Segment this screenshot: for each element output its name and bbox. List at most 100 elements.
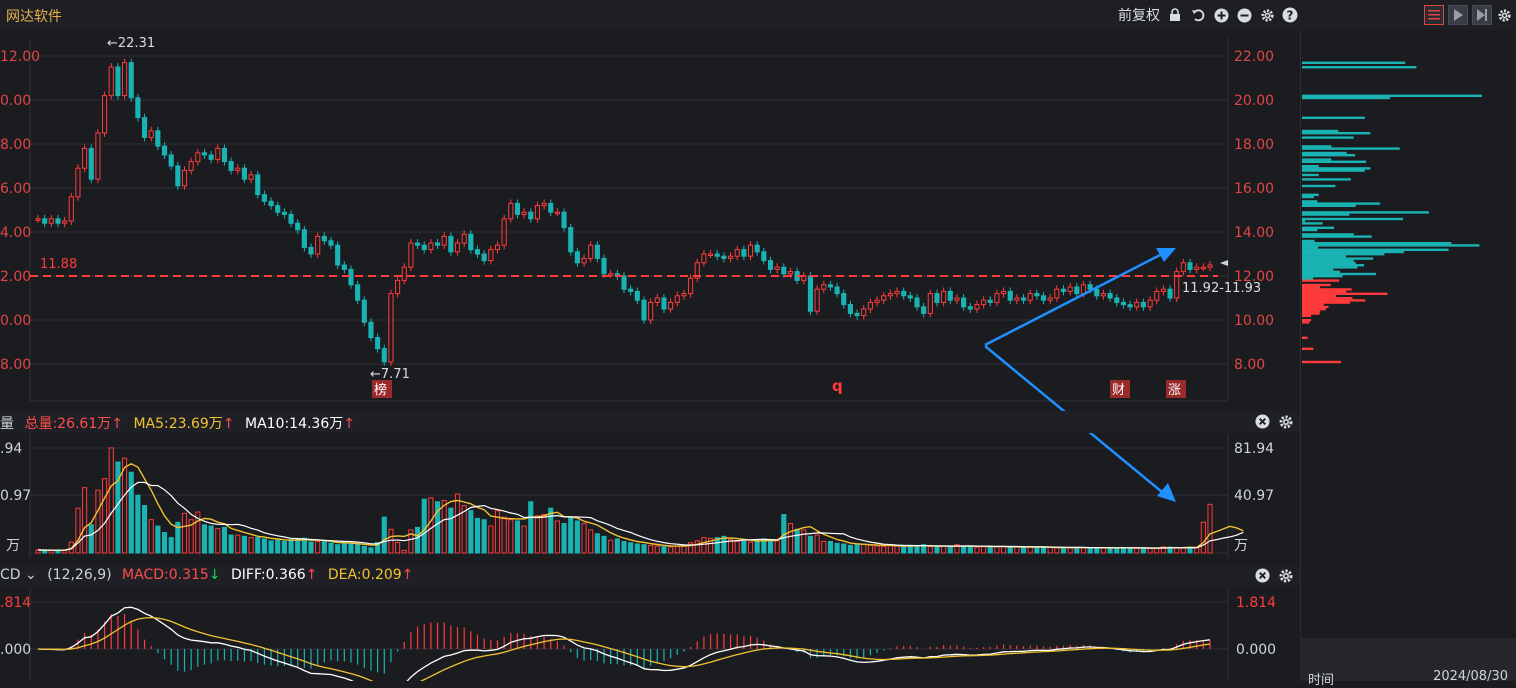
candle-body — [328, 240, 334, 246]
volume-bar — [421, 498, 427, 554]
profile-bar — [1302, 66, 1417, 69]
candle-body — [434, 242, 441, 246]
volume-bar — [1174, 547, 1180, 554]
candle-body — [1094, 288, 1100, 297]
settings-gear-icon[interactable] — [1496, 7, 1512, 23]
volume-bar — [634, 543, 640, 554]
candle-body — [807, 275, 814, 312]
volume-bar — [388, 528, 394, 554]
candle-body — [954, 297, 960, 301]
candle-body — [874, 299, 880, 303]
volume-bar — [934, 546, 940, 554]
ma5-value: MA5:23.69万 — [133, 416, 223, 432]
volume-bar — [981, 546, 987, 554]
profile-bar — [1302, 160, 1367, 163]
volume-bar — [588, 529, 594, 554]
candle-body — [62, 220, 68, 224]
zoom-in-icon[interactable] — [1213, 7, 1229, 23]
volume-bar — [155, 525, 161, 554]
candle-body — [1207, 264, 1213, 268]
volume-bar — [481, 519, 487, 554]
volume-bar — [674, 545, 680, 554]
vol-tick: 40.97 — [1234, 488, 1274, 504]
volume-bar — [454, 493, 461, 554]
macd-y-axis-right: 1.814 0.000 — [1236, 595, 1276, 658]
close-icon[interactable] — [1255, 414, 1270, 434]
profile-bar — [1302, 158, 1332, 161]
profile-bar — [1302, 279, 1340, 282]
candle-body — [521, 211, 527, 215]
candle-body — [248, 174, 254, 180]
profile-bar — [1302, 272, 1376, 276]
gear-icon[interactable] — [1259, 7, 1275, 23]
volume-bar — [215, 528, 221, 554]
gear-icon[interactable] — [1278, 568, 1294, 588]
candle-body — [714, 253, 720, 257]
profile-bar — [1302, 235, 1372, 238]
play-icon[interactable] — [1448, 5, 1468, 25]
volume-bar — [255, 537, 261, 554]
profile-bar — [1302, 301, 1351, 304]
candle-body — [1114, 297, 1120, 303]
candle-body — [721, 255, 727, 259]
volume-bar — [381, 516, 387, 554]
volume-bar — [321, 540, 327, 554]
help-icon[interactable]: ? — [1282, 7, 1298, 23]
close-icon[interactable] — [1255, 568, 1270, 588]
time-label: 时间 — [1308, 673, 1335, 688]
candle-body — [281, 211, 287, 215]
volume-bar — [82, 487, 88, 554]
candle-body — [674, 295, 680, 303]
range-label: 11.92-11.93 — [1182, 281, 1261, 296]
profile-bar — [1302, 213, 1350, 216]
volume-bar — [1001, 546, 1007, 554]
gear-icon[interactable] — [1278, 414, 1294, 434]
candle-body — [68, 196, 74, 222]
candle-body — [861, 308, 867, 317]
lock-icon[interactable] — [1167, 7, 1183, 23]
candle-body — [508, 202, 514, 220]
profile-bar — [1302, 184, 1336, 188]
volume-bar — [534, 515, 540, 554]
zoom-out-icon[interactable] — [1236, 7, 1252, 23]
candle-body — [148, 130, 154, 138]
undo-icon[interactable] — [1190, 7, 1206, 23]
list-view-icon[interactable] — [1424, 5, 1444, 25]
candle-body — [594, 244, 600, 259]
candle-body — [901, 290, 907, 297]
profile-bar — [1302, 319, 1312, 322]
profile-bar — [1302, 193, 1319, 196]
candle-body — [914, 297, 920, 308]
volume-bar — [235, 534, 241, 554]
volume-bar — [361, 545, 367, 554]
next-icon[interactable] — [1472, 5, 1492, 25]
candle-body — [1127, 304, 1133, 308]
chevron-down-icon[interactable]: ⌄ — [25, 567, 37, 583]
candle-body — [534, 205, 540, 220]
volume-bar — [1020, 546, 1027, 554]
profile-bar — [1302, 165, 1319, 168]
candle-body — [168, 154, 174, 167]
candle-body — [461, 233, 467, 244]
volume-bar — [1107, 547, 1113, 554]
candle-body — [734, 249, 740, 257]
profile-bar — [1302, 220, 1306, 223]
candle-body — [1034, 293, 1040, 297]
candle-body — [1040, 295, 1047, 301]
chart-tools: 前复权 ? — [1118, 5, 1298, 25]
volume-bar — [861, 543, 867, 554]
profile-bar — [1302, 239, 1315, 243]
candle-body — [548, 202, 554, 213]
volume-bar — [1007, 547, 1013, 554]
volume-bar — [102, 478, 108, 554]
adjust-mode-button[interactable]: 前复权 — [1118, 5, 1160, 25]
volume-bar — [268, 540, 274, 554]
candle-body — [741, 249, 747, 257]
y-tick-left: 4.00 — [0, 225, 31, 241]
layout-tools — [1424, 5, 1512, 25]
profile-bar — [1302, 222, 1323, 225]
candle-body — [974, 304, 980, 310]
macd-title[interactable]: CD — [0, 567, 21, 583]
svg-text:?: ? — [1287, 9, 1294, 23]
profile-bar — [1302, 261, 1356, 265]
